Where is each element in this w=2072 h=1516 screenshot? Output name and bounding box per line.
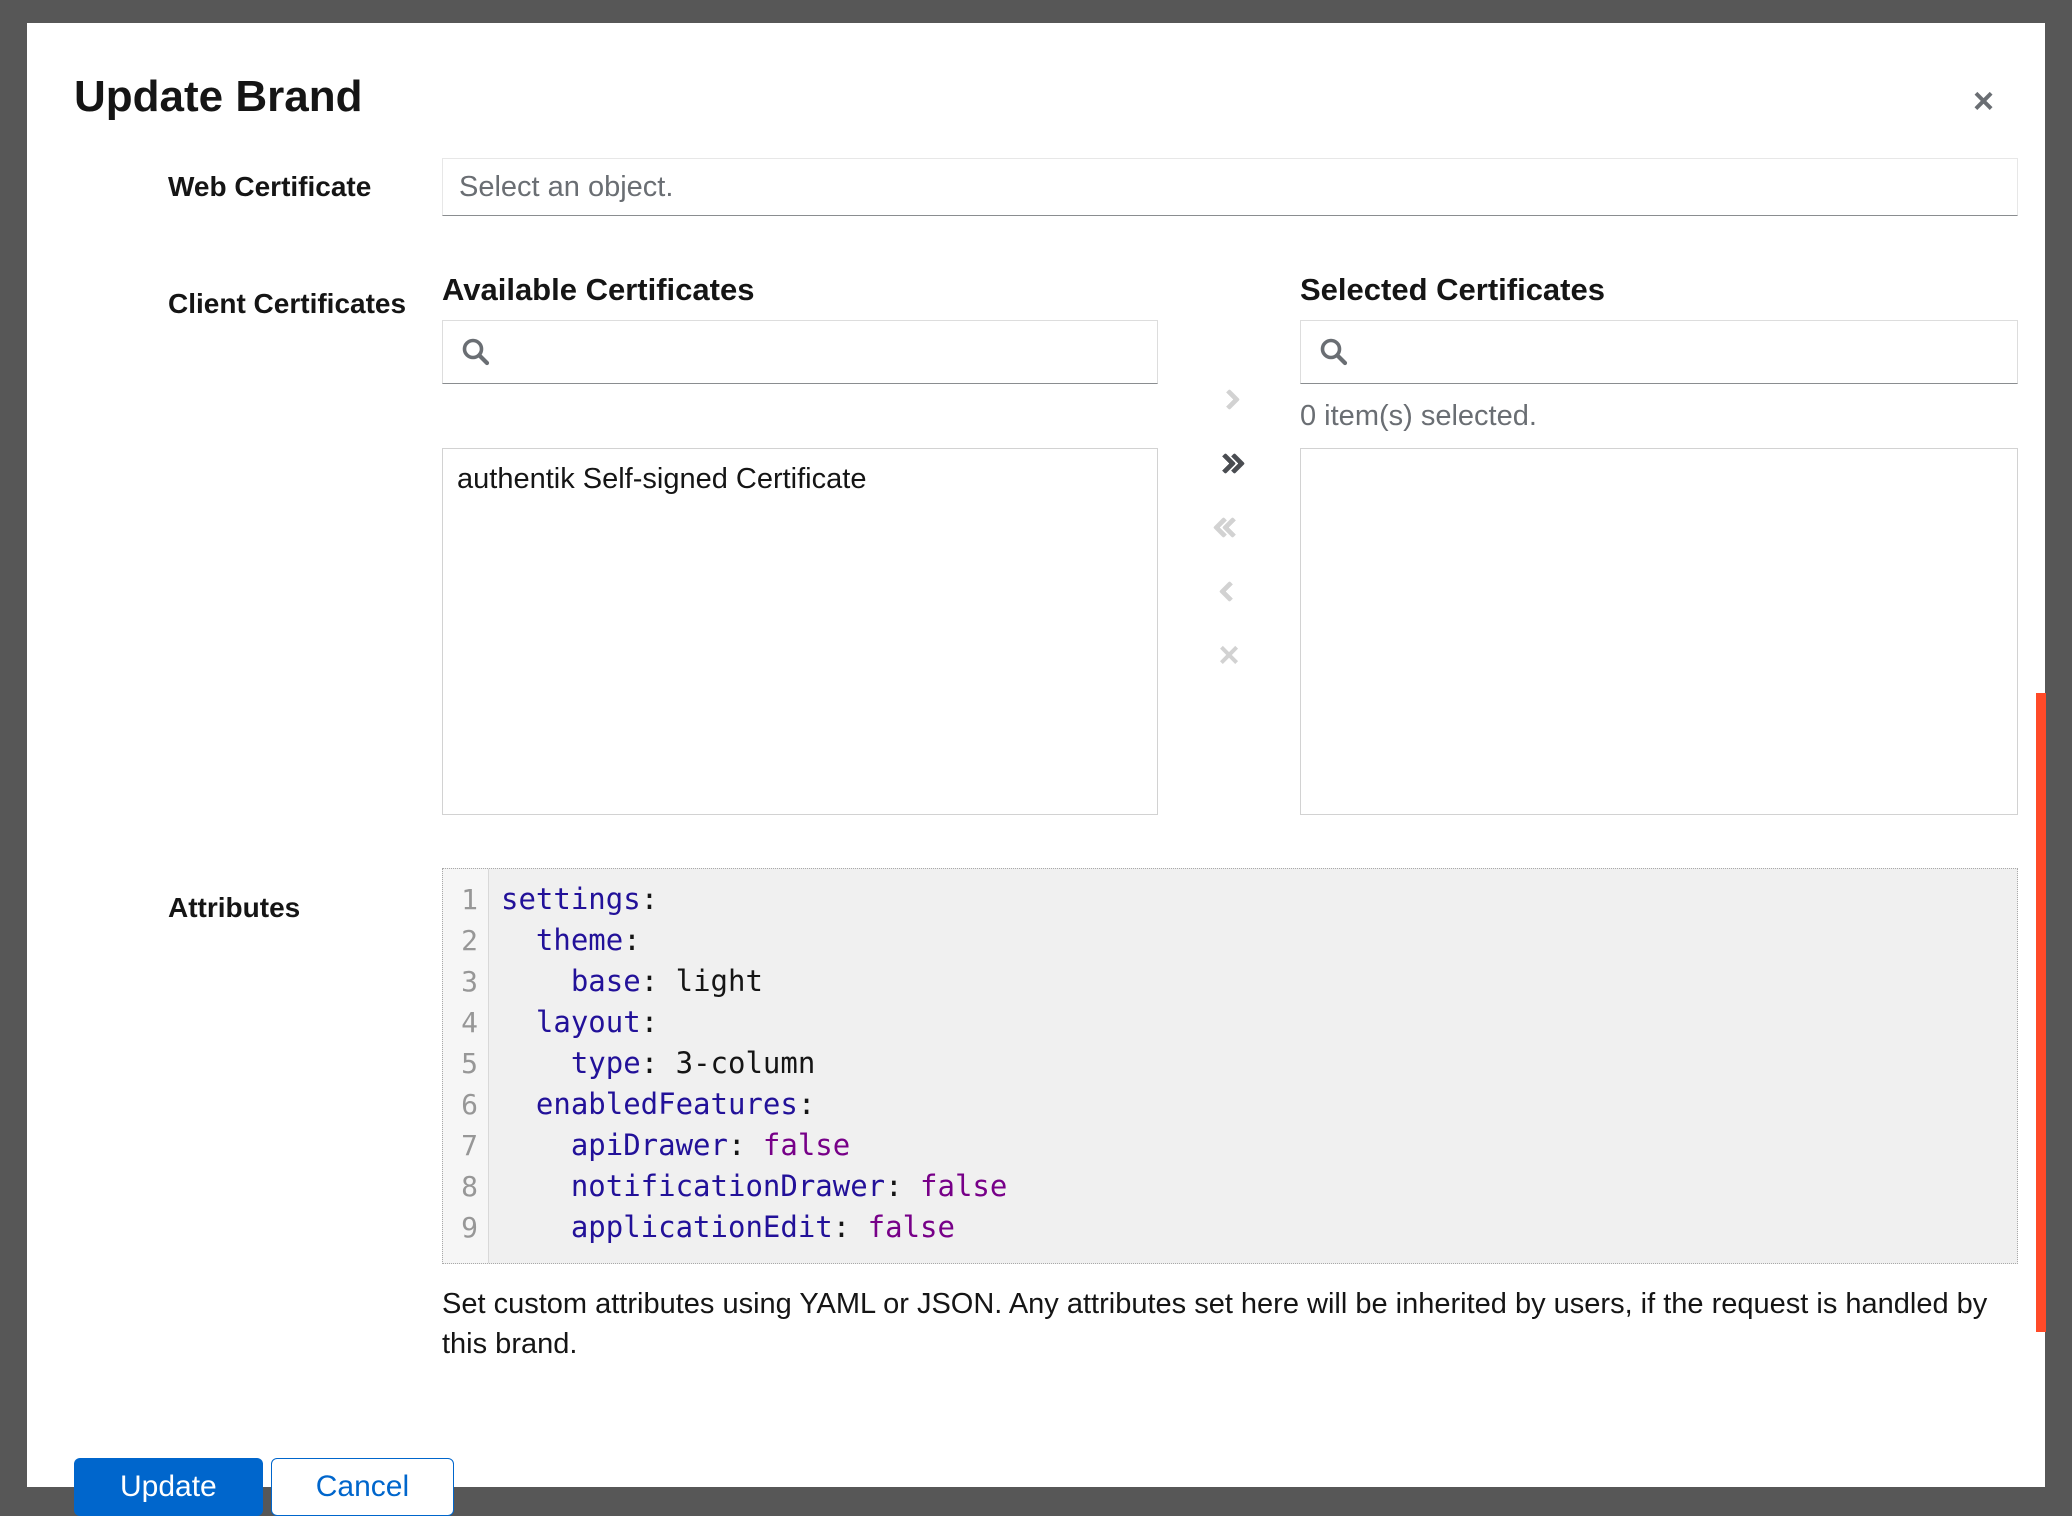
search-icon — [1319, 337, 1349, 367]
code-line: enabledFeatures: — [501, 1084, 2017, 1125]
code-line: apiDrawer: false — [501, 1125, 2017, 1166]
code-line: base: light — [501, 961, 2017, 1002]
client-certificates-row: Client Certificates Available Certificat… — [74, 272, 2018, 815]
move-all-left-button[interactable] — [1220, 512, 1238, 542]
code-line: notificationDrawer: false — [501, 1166, 2017, 1207]
modal-title: Update Brand — [74, 69, 362, 124]
attributes-label: Attributes — [74, 868, 442, 1364]
line-number: 8 — [443, 1166, 488, 1207]
selected-pane: Selected Certificates 0 item(s) selected… — [1300, 272, 2018, 815]
modal-header: Update Brand × — [74, 69, 2018, 124]
code-line: type: 3-column — [501, 1043, 2017, 1084]
available-search-input[interactable] — [491, 321, 1157, 383]
move-selected-right-button[interactable] — [1219, 384, 1240, 414]
chevron-left-icon — [1218, 580, 1239, 601]
yaml-code-editor[interactable]: 123456789 settings: theme: base: light l… — [442, 868, 2018, 1264]
editor-line-number-gutter: 123456789 — [443, 869, 489, 1263]
attributes-field: 123456789 settings: theme: base: light l… — [442, 868, 2018, 1364]
line-number: 1 — [443, 879, 488, 920]
selected-heading: Selected Certificates — [1300, 272, 2018, 308]
clear-selection-button[interactable]: × — [1218, 640, 1239, 670]
attributes-row: Attributes 123456789 settings: theme: ba… — [74, 868, 2018, 1364]
update-brand-modal: Update Brand × Web Certificate Client Ce… — [27, 23, 2045, 1487]
selected-search-input[interactable] — [1349, 321, 2017, 383]
selected-status-zone: 0 item(s) selected. — [1300, 384, 2018, 448]
certificate-list-item[interactable]: authentik Self-signed Certificate — [443, 449, 1157, 510]
line-number: 3 — [443, 961, 488, 1002]
web-certificate-label: Web Certificate — [74, 169, 442, 205]
code-line: applicationEdit: false — [501, 1207, 2017, 1248]
update-button[interactable]: Update — [74, 1458, 263, 1516]
transfer-controls: × — [1158, 272, 1300, 815]
available-certificates-listbox[interactable]: authentik Self-signed Certificate — [442, 448, 1158, 815]
move-selected-left-button[interactable] — [1219, 576, 1240, 606]
code-line: layout: — [501, 1002, 2017, 1043]
line-number: 2 — [443, 920, 488, 961]
dimmed-backdrop: { "modal": { "title": "Update Brand" }, … — [0, 0, 2072, 1500]
line-number: 4 — [443, 1002, 488, 1043]
web-certificate-input[interactable] — [442, 158, 2018, 216]
chevron-right-icon — [1218, 388, 1239, 409]
selected-search-box — [1300, 320, 2018, 384]
modal-footer: Update Cancel — [74, 1458, 2018, 1516]
web-certificate-row: Web Certificate — [74, 158, 2018, 216]
available-heading: Available Certificates — [442, 272, 1158, 308]
dual-list-selector: Available Certificates authentik Self-si… — [442, 272, 2018, 815]
line-number: 7 — [443, 1125, 488, 1166]
selected-count: 0 item(s) selected. — [1300, 400, 1537, 433]
editor-code-area[interactable]: settings: theme: base: light layout: typ… — [489, 869, 2017, 1263]
client-certificates-label: Client Certificates — [74, 272, 442, 815]
line-number: 9 — [443, 1207, 488, 1248]
update-brand-form: Web Certificate Client Certificates Avai… — [74, 158, 2018, 1516]
search-icon — [461, 337, 491, 367]
available-mid-gap — [442, 384, 1158, 448]
cross-icon: × — [1218, 637, 1239, 673]
cancel-button[interactable]: Cancel — [271, 1458, 454, 1516]
attributes-help-text: Set custom attributes using YAML or JSON… — [442, 1284, 2018, 1364]
move-all-right-button[interactable] — [1220, 448, 1238, 478]
line-number: 5 — [443, 1043, 488, 1084]
scrollbar-thumb[interactable] — [2036, 693, 2046, 1332]
line-number: 6 — [443, 1084, 488, 1125]
code-line: settings: — [501, 879, 2017, 920]
selected-certificates-listbox[interactable] — [1300, 448, 2018, 815]
close-icon[interactable]: × — [1973, 83, 1994, 119]
available-search-box — [442, 320, 1158, 384]
available-pane: Available Certificates authentik Self-si… — [442, 272, 1158, 815]
code-line: theme: — [501, 920, 2017, 961]
